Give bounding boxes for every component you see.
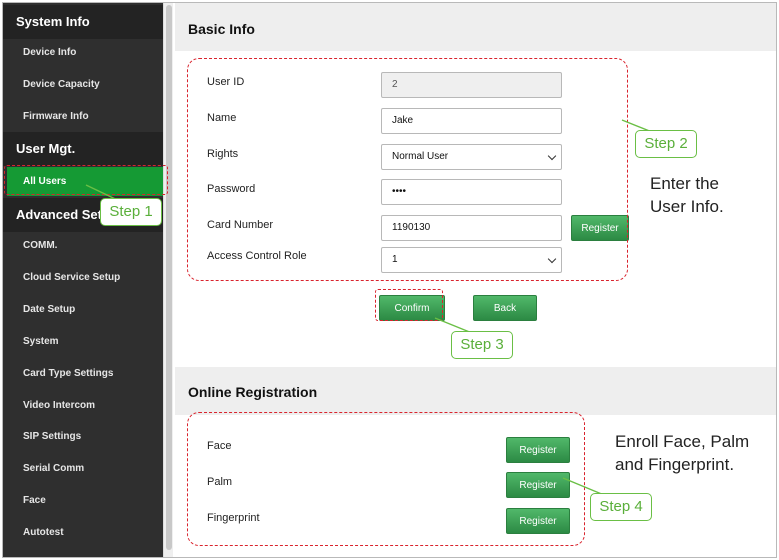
step3-highlight (375, 289, 443, 321)
scrollbar-thumb[interactable] (166, 5, 172, 550)
sidebar-item-card-type-settings[interactable]: Card Type Settings (3, 358, 163, 390)
step3-callout: Step 3 (451, 331, 513, 359)
step4-callout: Step 4 (590, 493, 652, 521)
sidebar-item-autotest[interactable]: Autotest (3, 517, 163, 549)
sidebar-item-cloud-service-setup[interactable]: Cloud Service Setup (3, 262, 163, 294)
step2-callout: Step 2 (635, 130, 697, 158)
enroll-line2: and Fingerprint. (615, 455, 735, 474)
back-button[interactable]: Back (473, 295, 537, 321)
sidebar-item-serial-comm[interactable]: Serial Comm (3, 453, 163, 485)
enter-info-line2: User Info. (650, 197, 724, 216)
step2-highlight (187, 58, 628, 281)
sidebar-section-user-mgt[interactable]: User Mgt. (3, 132, 163, 166)
sidebar: System Info Device Info Device Capacity … (3, 3, 167, 557)
step4-highlight (187, 412, 585, 546)
online-registration-title: Online Registration (188, 384, 318, 400)
sidebar-item-sip-settings[interactable]: SIP Settings (3, 421, 163, 453)
sidebar-item-comm[interactable]: COMM. (3, 230, 163, 262)
sidebar-item-date-setup[interactable]: Date Setup (3, 294, 163, 326)
sidebar-scrollbar[interactable] (163, 3, 173, 557)
sidebar-item-device-capacity[interactable]: Device Capacity (3, 69, 163, 101)
enter-info-note: Enter the User Info. (650, 172, 724, 218)
sidebar-item-device-info[interactable]: Device Info (3, 37, 163, 69)
online-registration-header: Online Registration (175, 367, 776, 415)
sidebar-section-system-info[interactable]: System Info (3, 5, 163, 39)
basic-info-title: Basic Info (188, 21, 255, 37)
basic-info-header: Basic Info (175, 3, 776, 51)
step1-callout: Step 1 (100, 198, 162, 226)
sidebar-item-system[interactable]: System (3, 326, 163, 358)
enter-info-line1: Enter the (650, 174, 719, 193)
step1-highlight (4, 165, 168, 195)
enroll-line1: Enroll Face, Palm (615, 432, 750, 451)
sidebar-item-firmware-info[interactable]: Firmware Info (3, 101, 163, 133)
sidebar-item-video-intercom[interactable]: Video Intercom (3, 390, 163, 422)
enroll-note: Enroll Face, Palm and Fingerprint. (615, 430, 749, 476)
sidebar-item-face[interactable]: Face (3, 485, 163, 517)
